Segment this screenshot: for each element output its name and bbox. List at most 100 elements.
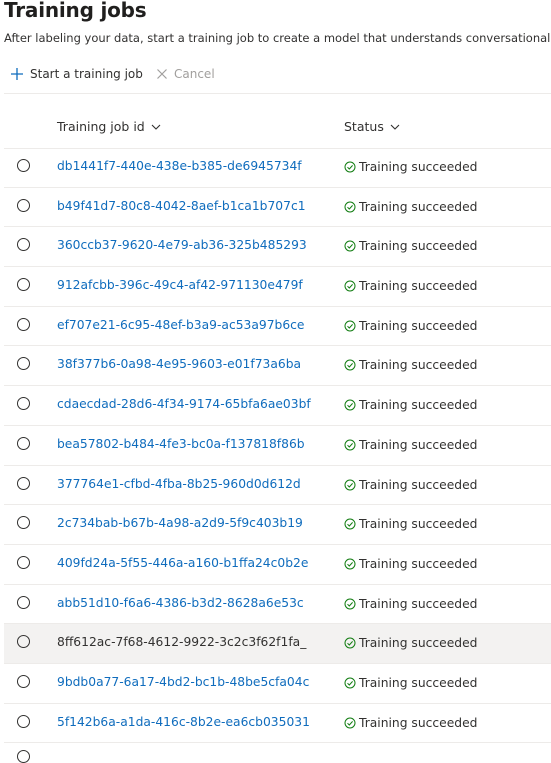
training-job-id-link[interactable]: 377764e1-cfbd-4fba-8b25-960d0d612d xyxy=(57,477,329,491)
row-select-radio[interactable] xyxy=(17,397,30,411)
column-header-label: Status xyxy=(344,119,384,134)
plus-icon xyxy=(11,68,23,80)
training-job-id-link[interactable]: ef707e21-6c95-48ef-b3a9-ac53a97b6ce xyxy=(57,318,329,332)
row-select-radio[interactable] xyxy=(17,317,30,331)
status-cell: Training succeeded xyxy=(344,239,477,253)
check-circle-icon xyxy=(344,320,356,332)
page-subtitle: After labeling your data, start a traini… xyxy=(4,31,551,45)
close-icon xyxy=(157,69,167,79)
status-cell: Training succeeded xyxy=(344,438,477,452)
check-circle-icon xyxy=(344,161,356,173)
row-select-radio[interactable] xyxy=(17,750,30,763)
check-circle-icon xyxy=(344,201,356,213)
training-job-id-link[interactable]: 360ccb37-9620-4e79-ab36-325b485293 xyxy=(57,238,329,252)
table-row[interactable]: 9bdb0a77-6a17-4bd2-bc1b-48be5cfa04c Trai… xyxy=(4,664,551,704)
check-circle-icon xyxy=(344,439,356,451)
training-job-id-link[interactable]: 912afcbb-396c-49c4-af42-971130e479f xyxy=(57,278,329,292)
status-text: Training succeeded xyxy=(359,279,478,294)
table-header: Training job id Status xyxy=(4,108,551,149)
status-cell: Training succeeded xyxy=(344,200,477,214)
row-select-radio[interactable] xyxy=(17,357,30,371)
status-cell: Training succeeded xyxy=(344,319,477,333)
training-job-id-link[interactable]: abb51d10-f6a6-4386-b3d2-8628a6e53c xyxy=(57,596,329,610)
training-job-id-link[interactable]: 5f142b6a-a1da-416c-8b2e-ea6cb035031 xyxy=(57,715,329,729)
table-row[interactable]: 2c734bab-b67b-4a98-a2d9-5f9c403b19 Train… xyxy=(4,505,551,545)
status-text: Training succeeded xyxy=(359,517,478,532)
table-row[interactable]: 38f377b6-0a98-4e95-9603-e01f73a6ba Train… xyxy=(4,346,551,387)
check-circle-icon xyxy=(344,598,356,610)
status-text: Training succeeded xyxy=(359,596,478,611)
command-bar: Start a training job Cancel xyxy=(4,55,551,94)
row-select-radio[interactable] xyxy=(17,198,30,212)
check-circle-icon xyxy=(344,479,356,490)
row-select-radio[interactable] xyxy=(17,555,30,569)
row-select-radio[interactable] xyxy=(17,714,30,728)
status-text: Training succeeded xyxy=(359,556,478,571)
table-row[interactable]: 912afcbb-396c-49c4-af42-971130e479f Trai… xyxy=(4,267,551,307)
column-header-status[interactable]: Status xyxy=(344,119,400,134)
row-select-radio[interactable] xyxy=(17,159,30,172)
training-jobs-table: db1441f7-440e-438e-b385-de6945734f Train… xyxy=(4,148,551,744)
check-circle-icon xyxy=(344,359,356,371)
status-text: Training succeeded xyxy=(359,437,478,452)
check-circle-icon xyxy=(344,280,356,292)
status-text: Training succeeded xyxy=(359,398,478,413)
table-row[interactable]: ef707e21-6c95-48ef-b3a9-ac53a97b6ce Trai… xyxy=(4,307,551,347)
status-text: Training succeeded xyxy=(359,477,478,492)
table-row[interactable]: 8ff612ac-7f68-4612-9922-3c2c3f62f1fa_ Tr… xyxy=(4,624,551,664)
chevron-down-icon xyxy=(151,124,161,130)
training-job-id-link[interactable]: cdaecdad-28d6-4f34-9174-65bfa6ae03bf xyxy=(57,397,329,411)
row-select-radio[interactable] xyxy=(17,238,30,252)
status-cell: Training succeeded xyxy=(344,160,477,174)
row-select-radio[interactable] xyxy=(17,595,30,609)
start-training-job-button[interactable]: Start a training job xyxy=(10,64,143,84)
check-circle-icon xyxy=(344,240,356,252)
status-cell: Training succeeded xyxy=(344,636,477,650)
status-cell: Training succeeded xyxy=(344,597,477,611)
column-header-training-job-id[interactable]: Training job id xyxy=(57,119,161,134)
table-row[interactable]: 5f142b6a-a1da-416c-8b2e-ea6cb035031 Trai… xyxy=(4,704,551,744)
row-select-radio[interactable] xyxy=(17,476,30,490)
row-select-radio[interactable] xyxy=(17,436,30,450)
table-row[interactable]: db1441f7-440e-438e-b385-de6945734f Train… xyxy=(4,148,551,188)
status-cell: Training succeeded xyxy=(344,676,477,690)
status-text: Training succeeded xyxy=(359,199,478,214)
check-circle-icon xyxy=(344,717,356,729)
table-row[interactable]: 360ccb37-9620-4e79-ab36-325b485293 Train… xyxy=(4,227,551,268)
training-job-id-link[interactable]: db1441f7-440e-438e-b385-de6945734f xyxy=(57,159,329,173)
status-cell: Training succeeded xyxy=(344,557,477,571)
status-cell: Training succeeded xyxy=(344,716,477,730)
status-text: Training succeeded xyxy=(359,318,478,333)
status-cell: Training succeeded xyxy=(344,398,477,412)
check-circle-icon xyxy=(344,637,356,649)
status-text: Training succeeded xyxy=(359,239,478,254)
check-circle-icon xyxy=(344,518,356,530)
row-select-radio[interactable] xyxy=(17,516,30,530)
status-text: Training succeeded xyxy=(359,715,478,730)
table-row[interactable]: cdaecdad-28d6-4f34-9174-65bfa6ae03bf Tra… xyxy=(4,386,551,426)
table-row[interactable]: 377764e1-cfbd-4fba-8b25-960d0d612d Train… xyxy=(4,466,551,506)
status-text: Training succeeded xyxy=(359,160,478,174)
start-training-job-label: Start a training job xyxy=(30,67,143,81)
status-text: Training succeeded xyxy=(359,675,478,690)
status-cell: Training succeeded xyxy=(344,358,477,372)
row-select-radio[interactable] xyxy=(17,635,30,649)
cancel-button[interactable]: Cancel xyxy=(156,64,215,84)
training-job-id-link[interactable]: bea57802-b484-4fe3-bc0a-f137818f86b xyxy=(57,437,329,451)
chevron-down-icon xyxy=(390,124,400,130)
row-select-radio[interactable] xyxy=(17,674,30,688)
table-row[interactable]: bea57802-b484-4fe3-bc0a-f137818f86b Trai… xyxy=(4,426,551,466)
training-job-id-link[interactable]: 8ff612ac-7f68-4612-9922-3c2c3f62f1fa_ xyxy=(57,635,329,649)
training-job-id-link[interactable]: 409fd24a-5f55-446a-a160-b1ffa24c0b2e xyxy=(57,556,329,570)
training-job-id-link[interactable]: b49f41d7-80c8-4042-8aef-b1ca1b707c1 xyxy=(57,199,329,213)
check-circle-icon xyxy=(344,558,356,570)
training-job-id-link[interactable]: 38f377b6-0a98-4e95-9603-e01f73a6ba xyxy=(57,357,329,371)
training-job-id-link[interactable]: 2c734bab-b67b-4a98-a2d9-5f9c403b19 xyxy=(57,516,329,530)
table-row[interactable]: b49f41d7-80c8-4042-8aef-b1ca1b707c1 Trai… xyxy=(4,188,551,228)
table-row[interactable]: abb51d10-f6a6-4386-b3d2-8628a6e53c Train… xyxy=(4,585,551,625)
page-title: Training jobs xyxy=(4,0,147,22)
status-cell: Training succeeded xyxy=(344,517,477,531)
training-job-id-link[interactable]: 9bdb0a77-6a17-4bd2-bc1b-48be5cfa04c xyxy=(57,675,329,689)
row-select-radio[interactable] xyxy=(17,278,30,292)
table-row[interactable]: 409fd24a-5f55-446a-a160-b1ffa24c0b2e Tra… xyxy=(4,545,551,585)
